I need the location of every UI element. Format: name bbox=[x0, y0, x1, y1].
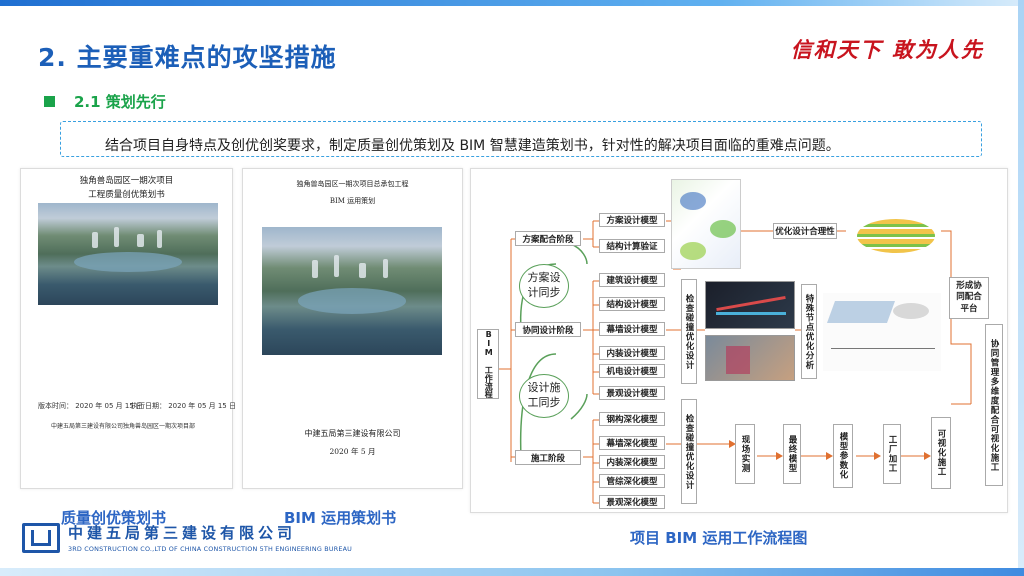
doc2-aerial-photo bbox=[262, 227, 442, 355]
cscec-logo-icon bbox=[22, 522, 60, 553]
stage-construction: 施工阶段 bbox=[515, 450, 581, 465]
step-final-model: 最终模型 bbox=[783, 424, 801, 484]
river-shape bbox=[74, 251, 182, 273]
step-parametric-model: 模型参数化 bbox=[833, 424, 853, 488]
doc2-company: 中建五局第三建设有限公司 bbox=[304, 429, 401, 438]
scheme-model-screenshot bbox=[671, 179, 741, 269]
river-shape bbox=[298, 288, 406, 315]
flow-root-node: BIM 工作流程 bbox=[477, 329, 499, 399]
doc2-title: BIM 运用策划 bbox=[329, 197, 376, 205]
quality-plan-document: 独角兽岛园区一期次项目 工程质量创优策划书 版本时间： 2020 年 05 月 … bbox=[20, 168, 236, 489]
model-mep: 机电设计模型 bbox=[599, 364, 665, 378]
doc1-aerial-photo bbox=[38, 203, 218, 305]
summary-note: 结合项目自身特点及创优创奖要求，制定质量创优策划及 BIM 智慧建造策划书，针对… bbox=[60, 121, 982, 157]
model-landscape-detail: 景观深化模型 bbox=[599, 495, 665, 509]
doc2-date: 2020 年 5 月 bbox=[329, 447, 376, 456]
building-shape bbox=[312, 260, 319, 279]
step-visual-construction: 可视化施工 bbox=[931, 417, 951, 489]
stage-collab-design: 协同设计阶段 bbox=[515, 322, 581, 337]
doc1-footer: 中建五局第三建设有限公司独角兽岛园区一期次项目部 bbox=[51, 423, 196, 430]
model-pipe-detail: 管综深化模型 bbox=[599, 474, 665, 488]
step-factory-processing: 工厂加工 bbox=[883, 424, 901, 484]
step-site-measure: 现场实测 bbox=[735, 424, 755, 484]
building-shape bbox=[156, 229, 162, 248]
company-slogan: 信和天下 敢为人先 bbox=[790, 37, 984, 62]
caption-bim-workflow: 项目 BIM 运用工作流程图 bbox=[630, 529, 808, 547]
oval-design-construction-sync: 设计施 工同步 bbox=[519, 374, 569, 418]
optimize-design-box: 优化设计合理性 bbox=[773, 223, 837, 239]
bim-plan-document: 独角兽岛园区一期次项目总承包工程 BIM 运用策划 中建五局第三建设有限公司 2… bbox=[242, 168, 463, 489]
model-landscape: 景观设计模型 bbox=[599, 386, 665, 400]
model-steel-detail: 钢构深化模型 bbox=[599, 412, 665, 426]
building-shape bbox=[137, 233, 144, 247]
summary-note-text: 结合项目自身特点及创优创奖要求，制定质量创优策划及 BIM 智慧建造策划书，针对… bbox=[105, 138, 840, 154]
building-shape bbox=[334, 255, 339, 278]
bullet-square-icon bbox=[44, 96, 55, 107]
steel-node-screenshot bbox=[823, 293, 941, 371]
clash-model-screenshot-2 bbox=[705, 335, 795, 381]
right-accent-bar bbox=[1018, 0, 1024, 576]
building-shape bbox=[92, 231, 98, 248]
building-render-screenshot bbox=[849, 205, 941, 267]
building-shape bbox=[359, 262, 367, 278]
bottom-accent-bar bbox=[0, 568, 1024, 576]
clash-model-screenshot-1 bbox=[705, 281, 795, 329]
model-scheme-design: 方案设计模型 bbox=[599, 213, 665, 227]
doc1-exec-date: 执行日期： 2020 年 05 月 15 日 bbox=[131, 402, 236, 410]
collab-platform-box: 形成协 同配合 平台 bbox=[949, 277, 989, 319]
model-interior-detail: 内装深化模型 bbox=[599, 455, 665, 469]
stage-scheme: 方案配合阶段 bbox=[515, 231, 581, 246]
model-structure: 结构设计模型 bbox=[599, 297, 665, 311]
building-shape bbox=[113, 227, 119, 248]
model-structure-calc: 结构计算验证 bbox=[599, 239, 665, 253]
model-curtain-detail: 幕墙深化模型 bbox=[599, 436, 665, 450]
section-subtitle: 2.1 策划先行 bbox=[74, 93, 166, 111]
clash-check-construction: 检查碰撞优化设计 bbox=[681, 399, 697, 504]
doc1-version-date: 版本时间： 2020 年 05 月 15 日 bbox=[38, 402, 143, 410]
special-node-analysis: 特殊节点优化分析 bbox=[801, 284, 817, 379]
model-architecture: 建筑设计模型 bbox=[599, 273, 665, 287]
bim-workflow-diagram: BIM 工作流程 方案配合阶段 协同设计阶段 施工阶段 方案设 计同步 设计施 … bbox=[470, 168, 1008, 513]
company-name-cn: 中建五局第三建设有限公司 bbox=[68, 524, 297, 542]
building-shape bbox=[382, 259, 388, 278]
top-accent-bar bbox=[0, 0, 1024, 6]
company-block: 中建五局第三建设有限公司 3RD CONSTRUCTION CO.,LTD OF… bbox=[22, 522, 352, 553]
clash-check-design: 检查碰撞优化设计 bbox=[681, 279, 697, 384]
doc1-title: 工程质量创优策划书 bbox=[88, 190, 165, 200]
model-curtain-wall: 幕墙设计模型 bbox=[599, 322, 665, 336]
company-name-en: 3RD CONSTRUCTION CO.,LTD OF CHINA CONSTR… bbox=[68, 545, 353, 553]
section-heading: 2.1 策划先行 bbox=[44, 91, 166, 112]
oval-scheme-design-sync: 方案设 计同步 bbox=[519, 264, 569, 308]
doc2-project-line: 独角兽岛园区一期次项目总承包工程 bbox=[296, 180, 409, 188]
doc1-project-line: 独角兽岛园区一期次项目 bbox=[79, 176, 174, 186]
slide-title: 2. 主要重难点的攻坚措施 bbox=[38, 43, 337, 72]
model-interior: 内装设计模型 bbox=[599, 346, 665, 360]
collab-management-box: 协同管理多维度配合可视化施工 bbox=[985, 324, 1003, 486]
